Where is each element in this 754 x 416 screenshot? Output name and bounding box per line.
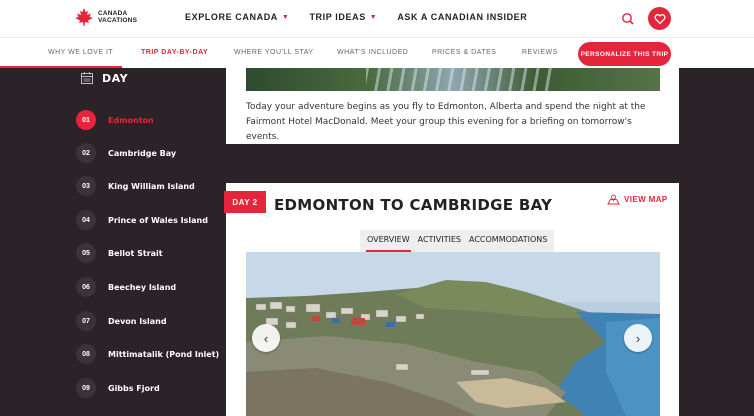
trip-subnav: WHY WE LOVE IT TRIP DAY-BY-DAY WHERE YOU… (0, 37, 754, 69)
day-1-card: Today your adventure begins as you fly t… (226, 68, 679, 144)
brand-logo[interactable]: CANADA VACATIONS (74, 7, 142, 27)
map-icon (607, 194, 620, 205)
nav-explore-canada[interactable]: EXPLORE CANADA ▼ (185, 12, 289, 22)
main-nav: EXPLORE CANADA ▼ TRIP IDEAS ▼ ASK A CANA… (185, 12, 527, 22)
nav-trip-ideas[interactable]: TRIP IDEAS ▼ (309, 12, 377, 22)
maple-leaf-icon (75, 8, 93, 26)
top-header: CANADA VACATIONS EXPLORE CANADA ▼ TRIP I… (0, 0, 754, 37)
day-1-description: Today your adventure begins as you fly t… (246, 102, 646, 142)
favorites-button[interactable] (648, 7, 671, 30)
day-label: Prince of Wales Island (108, 215, 208, 225)
day-label: Cambridge Bay (108, 148, 177, 158)
sidebar-item-day-07[interactable]: 07 Devon Island (76, 311, 167, 331)
tab-activities[interactable]: ACTIVITIES (415, 230, 464, 252)
sidebar-item-day-08[interactable]: 08 Mittimatalik (Pond Inlet) (76, 344, 219, 364)
sidebar-item-day-03[interactable]: 03 King William Island (76, 176, 195, 196)
sidebar-item-day-04[interactable]: 04 Prince of Wales Island (76, 210, 208, 230)
view-map-label: VIEW MAP (624, 195, 668, 204)
day-label: Bellot Strait (108, 248, 163, 258)
nav-label: EXPLORE CANADA (185, 12, 278, 22)
day-header-label: DAY (102, 71, 129, 85)
subnav-why-we-love-it[interactable]: WHY WE LOVE IT (48, 49, 113, 56)
day-number: 01 (76, 110, 96, 130)
chevron-right-icon: › (635, 330, 641, 346)
subnav-whats-included[interactable]: WHAT'S INCLUDED (337, 49, 408, 56)
day-label: Mittimatalik (Pond Inlet) (108, 349, 220, 359)
day-label: Devon Island (108, 316, 167, 326)
day-number: 09 (76, 378, 96, 398)
sidebar-item-day-06[interactable]: 06 Beechey Island (76, 277, 176, 297)
day-label: Beechey Island (108, 282, 177, 292)
day-2-photo-carousel: ‹ › (246, 252, 660, 416)
heart-icon (653, 13, 666, 24)
day-number: 02 (76, 143, 96, 163)
day-number: 03 (76, 176, 96, 196)
nav-label: ASK A CANADIAN INSIDER (397, 12, 528, 22)
day-number: 08 (76, 344, 96, 364)
day-badge: DAY 2 (224, 191, 266, 213)
search-icon[interactable] (620, 11, 636, 27)
day-label: Gibbs Fjord (108, 383, 160, 393)
day-sidebar: DAY 01 Edmonton 02 Cambridge Bay 03 King… (0, 68, 226, 416)
day-label: King William Island (108, 181, 195, 191)
day-number: 05 (76, 243, 96, 263)
chevron-down-icon: ▼ (369, 13, 378, 21)
subnav-trip-day-by-day[interactable]: TRIP DAY-BY-DAY (141, 49, 208, 56)
sidebar-item-day-02[interactable]: 02 Cambridge Bay (76, 143, 176, 163)
day-title: EDMONTON TO CAMBRIDGE BAY (274, 196, 553, 214)
sidebar-item-day-09[interactable]: 09 Gibbs Fjord (76, 378, 160, 398)
day-2-card: DAY 2 EDMONTON TO CAMBRIDGE BAY VIEW MAP… (224, 183, 679, 416)
day-number: 04 (76, 210, 96, 230)
personalize-trip-button[interactable]: PERSONALIZE THIS TRIP (578, 42, 671, 66)
nav-label: TRIP IDEAS (309, 12, 366, 22)
tab-accommodations[interactable]: ACCOMMODATIONS (466, 230, 550, 252)
calendar-icon (81, 72, 93, 84)
day-1-photo (246, 68, 660, 91)
chevron-down-icon: ▼ (281, 13, 290, 21)
day-header: DAY (80, 71, 128, 85)
day-number: 07 (76, 311, 96, 331)
chevron-left-icon: ‹ (263, 330, 269, 346)
sidebar-item-day-01[interactable]: 01 Edmonton (76, 110, 154, 130)
carousel-prev-button[interactable]: ‹ (252, 324, 280, 352)
brand-name: CANADA VACATIONS (98, 10, 138, 24)
subnav-where-youll-stay[interactable]: WHERE YOU'LL STAY (234, 49, 314, 56)
day-label: Edmonton (108, 115, 154, 125)
sidebar-item-day-05[interactable]: 05 Bellot Strait (76, 243, 163, 263)
carousel-next-button[interactable]: › (624, 324, 652, 352)
subnav-reviews[interactable]: REVIEWS (522, 49, 558, 56)
nav-ask-insider[interactable]: ASK A CANADIAN INSIDER (397, 12, 527, 22)
tab-overview[interactable]: OVERVIEW (364, 230, 413, 252)
day-number: 06 (76, 277, 96, 297)
day-tabs: OVERVIEW ACTIVITIES ACCOMMODATIONS (360, 230, 555, 252)
view-map-link[interactable]: VIEW MAP (607, 194, 668, 205)
cambridge-bay-photo (246, 252, 660, 416)
subnav-prices-dates[interactable]: PRICES & DATES (432, 49, 496, 56)
